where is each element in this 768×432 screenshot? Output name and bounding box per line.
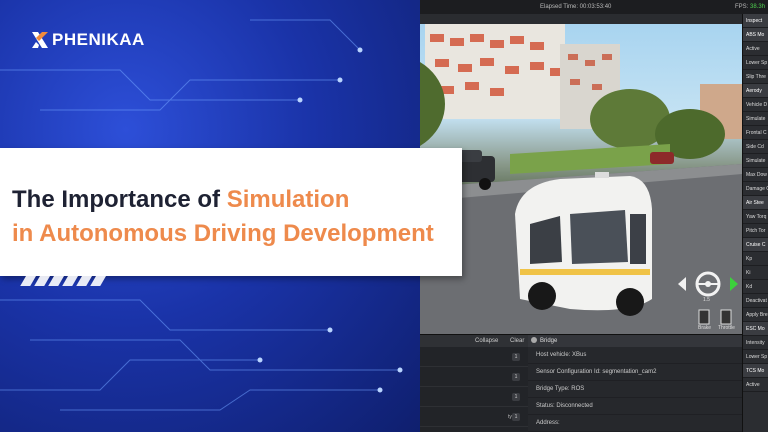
bridge-panel: Bridge Host vehicle: XBus Sensor Configu… <box>528 334 742 432</box>
inspector-panel: Inspect ABS Mo Active Lower Sp Slip Thre Aer… <box>742 14 768 432</box>
log-count-badge: 1 <box>512 353 520 361</box>
bridge-address[interactable]: Address: <box>528 415 742 432</box>
inspector-field[interactable]: Side Cd <box>743 140 768 154</box>
inspector-section-header[interactable]: ESC Mo <box>743 322 768 336</box>
brake-gauge <box>698 309 710 325</box>
bridge-tab[interactable]: Bridge <box>528 335 742 347</box>
elapsed-time: Elapsed Time: 00:03:53:40 <box>540 4 612 10</box>
fps-readout: FPS: 38.3h <box>735 0 765 14</box>
inspector-field[interactable]: Apply Bre <box>743 308 768 322</box>
clear-button[interactable]: Clear <box>510 338 524 344</box>
hud-speed: 1.5 <box>703 297 710 303</box>
vehicle-hud: 1.5 Brake Throttle <box>675 244 745 334</box>
phenikaa-x-icon <box>32 32 48 48</box>
inspector-field[interactable]: Simulate <box>743 112 768 126</box>
inspector-field[interactable]: Deactivat <box>743 294 768 308</box>
phenikaa-logo: PHENIKAA <box>30 30 145 50</box>
inspector-field[interactable]: Slip Thre <box>743 70 768 84</box>
inspector-field[interactable]: Vehicle D <box>743 98 768 112</box>
log-count-badge: 1 <box>512 373 520 381</box>
inspector-field[interactable]: Pitch Tor <box>743 224 768 238</box>
logo-text: PHENIKAA <box>52 30 145 49</box>
inspector-field[interactable]: Frontal C <box>743 126 768 140</box>
inspector-section-header[interactable]: TCS Mo <box>743 364 768 378</box>
inspector-field[interactable]: Yaw Torq <box>743 210 768 224</box>
collapse-button[interactable]: Collapse <box>475 338 498 344</box>
inspector-field[interactable]: Intensity <box>743 336 768 350</box>
left-arrow-icon <box>678 277 686 291</box>
inspector-section-header[interactable]: ABS Mo <box>743 28 768 42</box>
steering-hud-graphic <box>678 271 738 325</box>
title-banner: The Importance of Simulation in Autonomo… <box>0 148 462 276</box>
inspector-section-header[interactable]: Aerody <box>743 84 768 98</box>
inspector-field[interactable]: Lower Sp <box>743 350 768 364</box>
inspector-field[interactable]: Simulate <box>743 154 768 168</box>
simulator-status-bar: Elapsed Time: 00:03:53:40 FPS: 38.3h <box>400 0 768 14</box>
inspector-field[interactable]: Ki <box>743 266 768 280</box>
inspector-title: Inspect <box>743 14 768 28</box>
brake-label: Brake <box>698 325 712 331</box>
title-line-2: in Autonomous Driving Development <box>12 220 434 247</box>
title-accent: Simulation <box>226 186 350 213</box>
fps-value: 38.3h <box>750 4 766 10</box>
throttle-label: Throttle <box>718 325 735 331</box>
title-prefix: The Importance of <box>12 186 227 213</box>
title-line-1: The Importance of Simulation <box>12 186 349 214</box>
log-count-badge: 1 <box>512 413 520 421</box>
inspector-field[interactable]: Kd <box>743 280 768 294</box>
inspector-field[interactable]: Lower Sp <box>743 56 768 70</box>
decorative-stripes <box>20 266 112 286</box>
host-vehicle: Host vehicle: XBus <box>528 347 742 364</box>
sensor-config: Sensor Configuration Id: segmentation_ca… <box>528 364 742 381</box>
bridge-title: Bridge <box>540 338 558 344</box>
right-arrow-icon <box>730 277 738 291</box>
inspector-field[interactable]: Kp <box>743 252 768 266</box>
bridge-status: Status: Disconnected <box>528 398 742 415</box>
bridge-type: Bridge Type: ROS <box>528 381 742 398</box>
fps-label: FPS: <box>735 4 749 10</box>
inspector-field[interactable]: Active <box>743 42 768 56</box>
inspector-section-header[interactable]: Air Stee <box>743 196 768 210</box>
bridge-icon <box>531 337 537 343</box>
inspector-field[interactable]: Max Dow <box>743 168 768 182</box>
inspector-section-header[interactable]: Cruise C <box>743 238 768 252</box>
throttle-gauge <box>720 309 732 325</box>
log-count-badge: 1 <box>512 393 520 401</box>
inspector-field[interactable]: Active <box>743 378 768 392</box>
inspector-field[interactable]: Damage C <box>743 182 768 196</box>
